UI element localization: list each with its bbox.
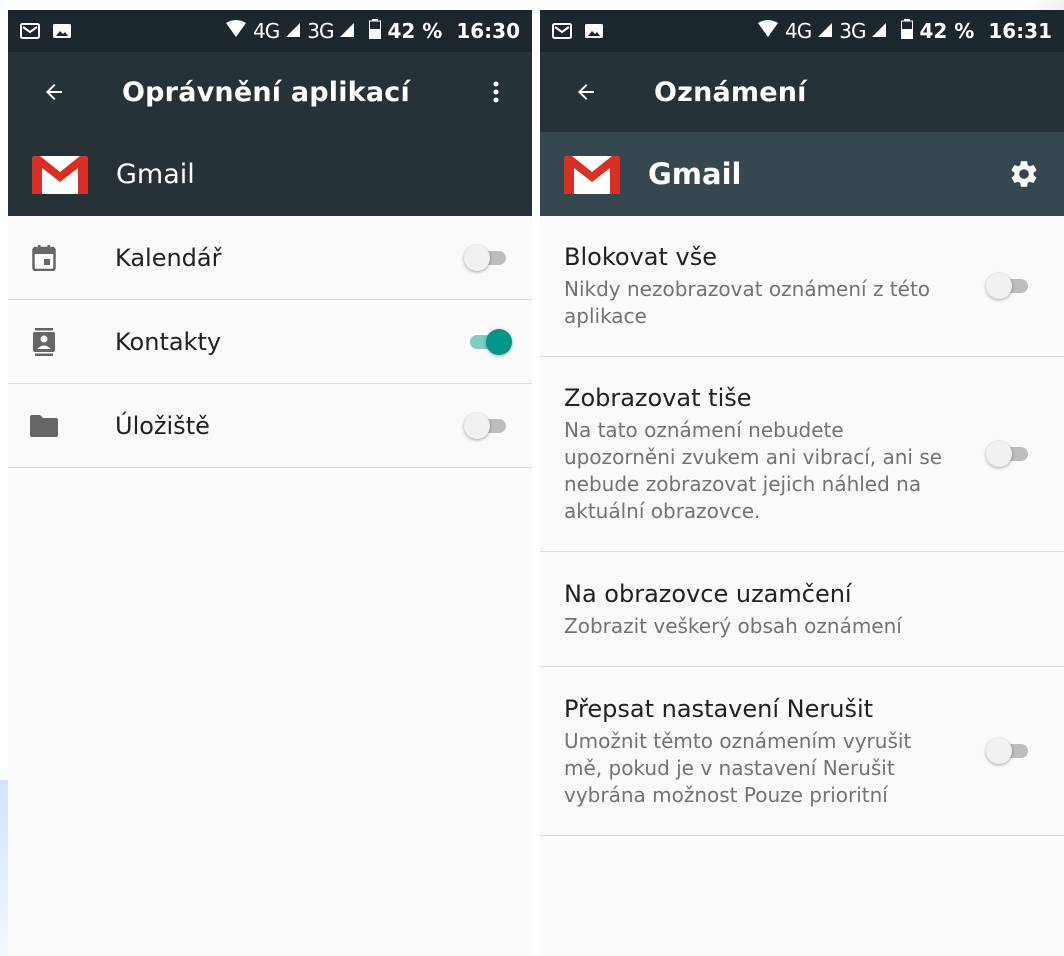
network-type-4g: 4G [253,19,280,43]
toolbar: Oznámení [540,52,1064,132]
back-button[interactable] [30,68,78,116]
app-header: Gmail [540,132,1064,216]
toggle-thumb [986,273,1012,299]
battery-icon [369,18,382,44]
gmail-notification-icon [20,23,40,39]
setting-lock-screen[interactable]: Na obrazovce uzamčení Zobrazit veškerý o… [540,552,1064,667]
setting-description: Umožnit těmto oznámením vyrušit mě, poku… [564,728,912,807]
setting-description: Na tato oznámení nebudete upozorněni zvu… [564,418,943,523]
toggle-thumb [464,244,490,271]
setting-override-dnd[interactable]: Přepsat nastavení Nerušit Umožnit těmto … [540,667,1064,836]
network-type-3g: 3G [839,19,866,43]
app-header: Gmail [8,132,532,216]
battery-icon [901,18,914,44]
toggle-thumb [986,738,1012,764]
back-button[interactable] [562,68,610,116]
permission-row-contacts[interactable]: Kontakty [8,300,532,384]
network-type-4g: 4G [785,19,812,43]
toolbar: Oprávnění aplikací [8,52,532,132]
contacts-icon [30,327,58,356]
image-notification-icon [52,23,72,39]
app-permissions-screen: 4G 3G 42 % 16:30 Oprávnění aplikací Gmai… [8,10,532,956]
gmail-logo-icon [32,156,88,194]
toggle-thumb [464,412,490,439]
show-silently-toggle[interactable] [986,441,1034,467]
arrow-back-icon [578,84,594,100]
gmail-notification-icon [552,23,572,39]
notifications-screen: 4G 3G 42 % 16:31 Oznámení Gmail Blokovat… [540,10,1064,956]
status-bar: 4G 3G 42 % 16:31 [540,10,1064,52]
setting-title: Zobrazovat tiše [564,384,752,412]
toggle-thumb [486,328,512,355]
setting-block-all[interactable]: Blokovat vše Nikdy nezobrazovat oznámení… [540,216,1064,357]
gear-icon [1011,161,1037,187]
battery-percent: 42 % [919,19,975,43]
clock: 16:30 [456,19,520,43]
setting-title: Na obrazovce uzamčení [564,579,852,608]
page-title: Oznámení [654,76,807,108]
setting-description: Zobrazit veškerý obsah oznámení [564,613,902,638]
setting-title: Blokovat vše [564,243,717,271]
app-name: Gmail [116,158,195,190]
wifi-icon [757,19,779,43]
calendar-icon [30,244,58,272]
arrow-back-icon [46,84,62,100]
app-name: Gmail [648,157,742,191]
override-dnd-toggle[interactable] [986,738,1034,764]
storage-permission-toggle[interactable] [464,412,512,439]
battery-percent: 42 % [387,19,443,43]
setting-description: Nikdy nezobrazovat oznámení z této aplik… [564,277,931,328]
network-type-3g: 3G [307,19,334,43]
permission-row-storage[interactable]: Úložiště [8,384,532,468]
background-strip [0,0,1064,10]
contacts-permission-toggle[interactable] [464,328,512,355]
signal-icon [285,19,301,43]
toggle-thumb [986,441,1012,467]
more-vert-icon [493,81,499,103]
image-notification-icon [584,23,604,39]
folder-icon [30,412,58,440]
gmail-logo-icon [564,156,620,194]
permission-label: Kontakty [115,327,222,356]
signal-icon-2 [339,19,355,43]
signal-icon [817,19,833,43]
permission-label: Kalendář [115,243,222,272]
permission-row-calendar[interactable]: Kalendář [8,216,532,300]
overflow-menu-button[interactable] [476,68,516,116]
wifi-icon [225,19,247,43]
block-all-toggle[interactable] [986,273,1034,299]
status-bar: 4G 3G 42 % 16:30 [8,10,532,52]
page-title: Oprávnění aplikací [122,76,410,108]
calendar-permission-toggle[interactable] [464,244,512,271]
clock: 16:31 [988,19,1052,43]
setting-show-silently[interactable]: Zobrazovat tiše Na tato oznámení nebudet… [540,357,1064,552]
setting-title: Přepsat nastavení Nerušit [564,694,874,723]
app-settings-button[interactable] [1004,154,1044,194]
signal-icon-2 [871,19,887,43]
permission-label: Úložiště [115,411,210,440]
